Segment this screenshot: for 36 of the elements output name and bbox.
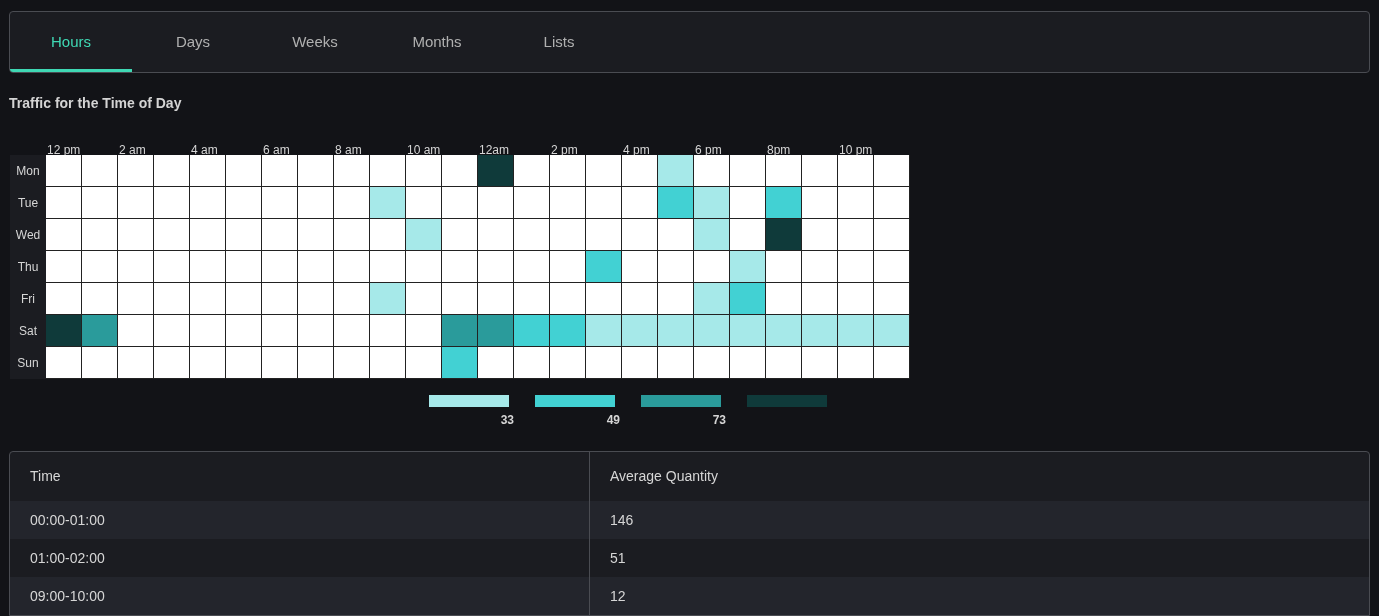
hour-label: 6 am — [262, 143, 290, 157]
tab[interactable]: Days — [132, 12, 254, 72]
tab[interactable]: Hours — [10, 12, 132, 72]
hour-label: 2 am — [118, 143, 146, 157]
day-label: Thu — [10, 251, 46, 283]
table-cell-text: 00:00-01:00 — [30, 510, 105, 530]
column-header: Average Quantity — [610, 467, 718, 486]
hour-label: 10 pm — [838, 143, 873, 157]
table-cell-text: 01:00-02:00 — [30, 548, 105, 568]
chart-title: Traffic for the Time of Day — [9, 94, 182, 113]
hour-label: 4 pm — [622, 143, 650, 157]
legend-label: 73 — [712, 412, 726, 429]
hour-label: 4 am — [190, 143, 218, 157]
hour-label: 8 am — [334, 143, 362, 157]
table-cell-text: 51 — [610, 548, 626, 568]
legend-label: 49 — [606, 412, 620, 429]
hour-label: 12am — [478, 143, 510, 157]
hour-label: 10 am — [406, 143, 441, 157]
table-cell-text: 12 — [610, 586, 626, 606]
day-label: Mon — [10, 155, 46, 187]
tab[interactable]: Weeks — [254, 12, 376, 72]
table-cell-text: 146 — [610, 510, 634, 530]
hour-label: 6 pm — [694, 143, 722, 157]
column-header: Time — [30, 467, 61, 486]
hour-label: 2 pm — [550, 143, 578, 157]
tab[interactable]: Months — [376, 12, 498, 72]
tab[interactable]: Lists — [498, 12, 620, 72]
table-cell-text: 09:00-10:00 — [30, 586, 105, 606]
hour-label: 12 pm — [46, 143, 81, 157]
day-label: Sat — [10, 315, 46, 347]
hour-label: 8pm — [766, 143, 791, 157]
day-label: Wed — [10, 219, 46, 251]
day-label: Fri — [10, 283, 46, 315]
day-label: Sun — [10, 347, 46, 379]
day-label: Tue — [10, 187, 46, 219]
legend-label: 33 — [500, 412, 514, 429]
